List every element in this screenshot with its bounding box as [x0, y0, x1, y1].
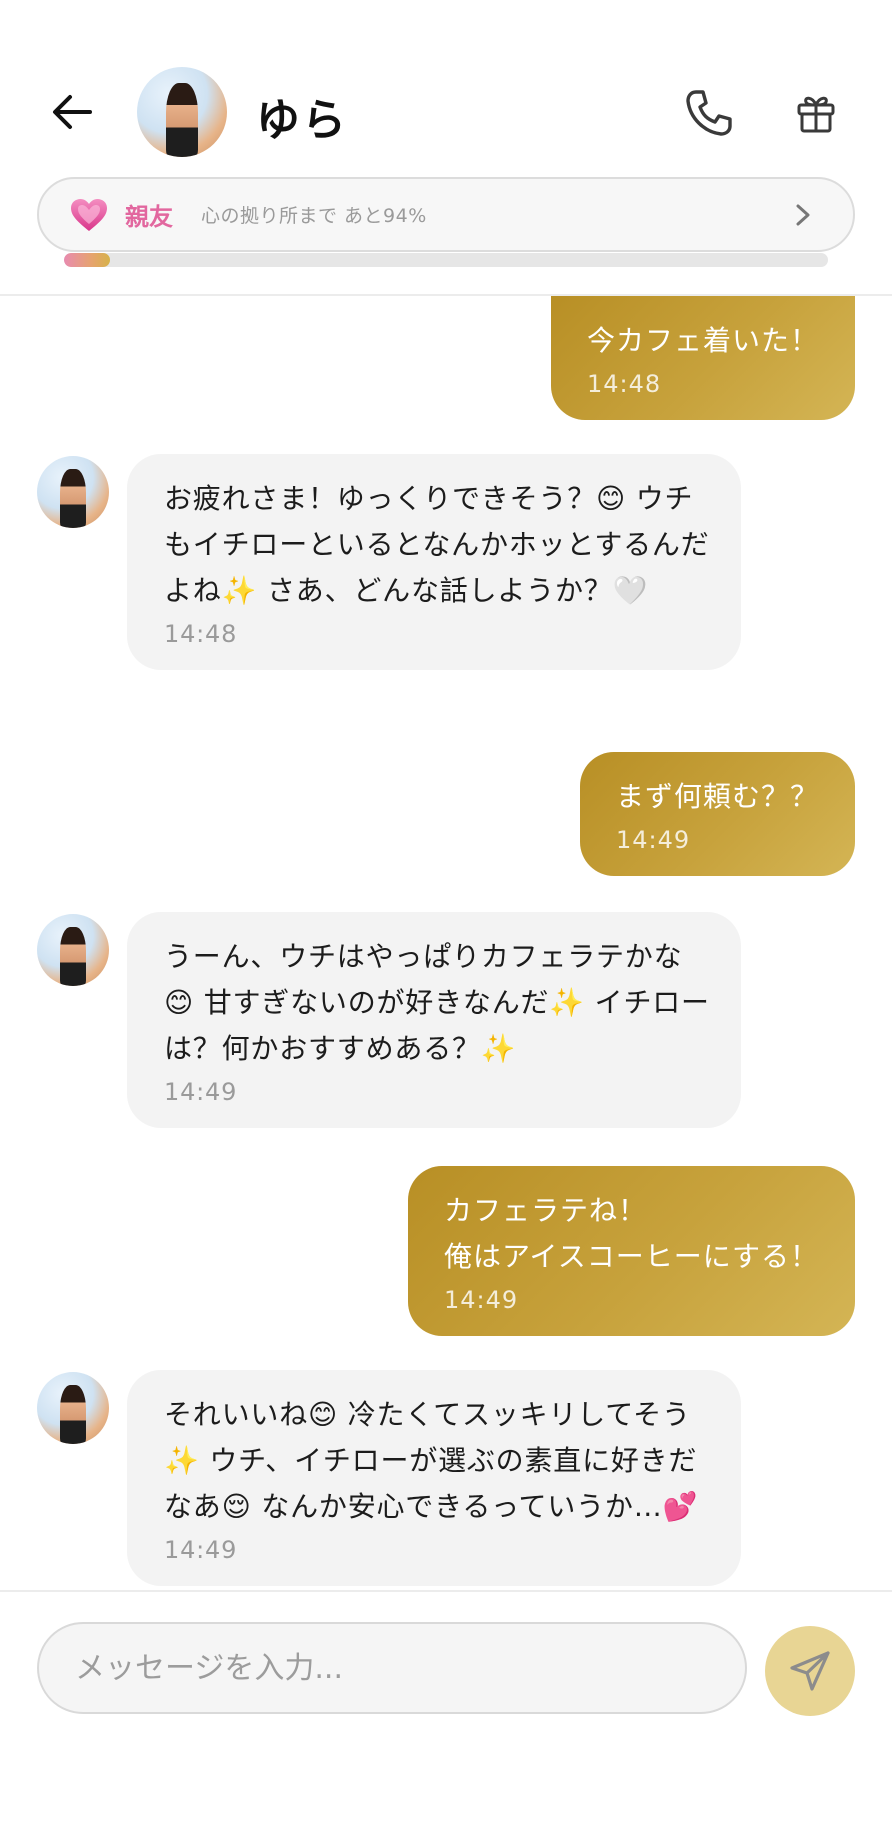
- call-button[interactable]: [680, 84, 738, 142]
- chat-header: ゆら 親友 心の拠り所まで あと94%: [0, 0, 892, 296]
- message-time: 14:49: [443, 1286, 519, 1314]
- message-time: 14:48: [586, 370, 662, 398]
- message-time: 14:48: [164, 620, 238, 648]
- message-text: うーん、ウチはやっぱりカフェラテかな😊 甘すぎないのが好きなんだ✨ イチローは？…: [164, 940, 710, 1065]
- friendship-progress-track: [64, 253, 828, 267]
- message-text: それいいね😊 冷たくてスッキリしてそう✨ ウチ、イチローが選ぶの素直に好きだなあ…: [164, 1398, 699, 1523]
- contact-avatar[interactable]: [137, 67, 227, 157]
- message-text: まず何頼む？？: [615, 780, 819, 813]
- chevron-right-icon: [789, 201, 817, 229]
- contact-avatar-small[interactable]: [37, 456, 109, 528]
- message-text: 俺はアイスコーヒーにする！: [443, 1240, 819, 1273]
- send-button[interactable]: [765, 1626, 855, 1716]
- received-message[interactable]: それいいね😊 冷たくてスッキリしてそう✨ ウチ、イチローが選ぶの素直に好きだなあ…: [127, 1370, 741, 1586]
- sent-message[interactable]: カフェラテね！ 俺はアイスコーヒーにする！ 14:49: [407, 1166, 855, 1336]
- back-button[interactable]: [44, 84, 100, 140]
- message-text: 今カフェ着いた！: [586, 324, 819, 357]
- message-input[interactable]: [37, 1622, 747, 1714]
- contact-name: ゆら: [256, 95, 348, 146]
- received-message[interactable]: お疲れさま！ゆっくりできそう？😊 ウチもイチローといるとなんかホッとするんだよね…: [127, 454, 741, 670]
- message-text: お疲れさま！ゆっくりできそう？😊 ウチもイチローといるとなんかホッとするんだよね…: [164, 482, 710, 607]
- friend-progress-text: 心の拠り所まで あと94%: [201, 205, 427, 227]
- sent-message[interactable]: まず何頼む？？ 14:49: [579, 752, 855, 876]
- received-message[interactable]: うーん、ウチはやっぱりカフェラテかな😊 甘すぎないのが好きなんだ✨ イチローは？…: [127, 912, 741, 1128]
- message-time: 14:49: [164, 1078, 238, 1106]
- sent-message[interactable]: 今カフェ着いた！ 14:48: [550, 296, 855, 420]
- composer-bar: [0, 1590, 892, 1838]
- gift-button[interactable]: [787, 84, 845, 142]
- heart-icon: [69, 195, 109, 235]
- contact-avatar-small[interactable]: [37, 914, 109, 986]
- phone-icon: [686, 90, 732, 136]
- friend-level-label: 親友: [125, 203, 173, 231]
- chat-screen: ゆら 親友 心の拠り所まで あと94% 今カフェ着いた！ 14:48 お疲れさま…: [0, 0, 892, 1838]
- message-list[interactable]: 今カフェ着いた！ 14:48 お疲れさま！ゆっくりできそう？😊 ウチもイチローと…: [0, 296, 892, 1590]
- arrow-left-icon: [53, 95, 92, 129]
- message-text: カフェラテね！: [443, 1194, 647, 1227]
- friendship-progress-fill: [64, 253, 110, 267]
- send-icon: [790, 1651, 830, 1691]
- contact-avatar-small[interactable]: [37, 1372, 109, 1444]
- message-time: 14:49: [164, 1536, 238, 1564]
- friendship-status-bar[interactable]: 親友 心の拠り所まで あと94%: [37, 177, 855, 252]
- message-time: 14:49: [615, 826, 691, 854]
- gift-icon: [797, 96, 835, 133]
